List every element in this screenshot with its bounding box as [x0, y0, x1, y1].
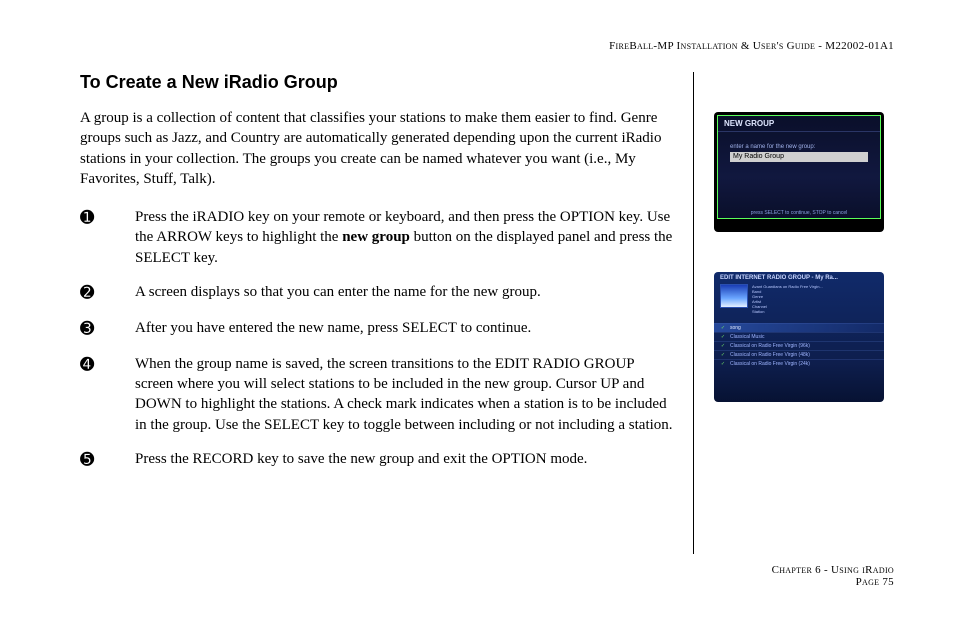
station-row[interactable]: ✓ song: [714, 323, 884, 332]
check-icon: ✓: [720, 325, 726, 331]
doc-header: FireBall-MP Installation & User's Guide …: [80, 40, 894, 52]
step-item: ➌After you have entered the new name, pr…: [80, 318, 673, 340]
footer-chapter: Chapter 6 - Using iRadio: [80, 564, 894, 576]
step-text: When the group name is saved, the screen…: [135, 354, 673, 435]
step-bullet: ➊: [80, 207, 135, 268]
dialog-title: NEW GROUP: [718, 116, 880, 132]
step-text: A screen displays so that you can enter …: [135, 282, 673, 304]
step-item: ➊Press the iRADIO key on your remote or …: [80, 207, 673, 268]
doc-footer: Chapter 6 - Using iRadio Page 75: [80, 564, 894, 588]
header-doc-number: M22002-01A1: [825, 40, 894, 52]
step-bullet: ➌: [80, 318, 135, 340]
station-row[interactable]: ✓ Classical on Radio Free Virgin (48k): [714, 350, 884, 359]
step-bullet: ➋: [80, 282, 135, 304]
intro-paragraph: A group is a collection of content that …: [80, 108, 673, 189]
step-text: After you have entered the new name, pre…: [135, 318, 673, 340]
steps-list: ➊Press the iRADIO key on your remote or …: [80, 207, 673, 471]
screenshot-edit-group: EDIT INTERNET RADIO GROUP - My Ra... Ava…: [714, 272, 884, 402]
step-item: ➎Press the RECORD key to save the new gr…: [80, 449, 673, 471]
station-list: ✓ song ✓ Classical Music ✓ Classical on Radio…: [714, 323, 884, 368]
dialog-hint: press SELECT to continue, STOP to cancel: [718, 210, 880, 216]
dialog-label: enter a name for the new group:: [730, 144, 872, 150]
station-label: song: [730, 325, 741, 331]
now-playing-meta: Avant Guardians on Radio Free Virgin...B…: [752, 284, 878, 314]
station-label: Classical on Radio Free Virgin (48k): [730, 352, 810, 358]
page: FireBall-MP Installation & User's Guide …: [0, 0, 954, 618]
step-item: ➍When the group name is saved, the scree…: [80, 354, 673, 435]
footer-page: Page 75: [80, 576, 894, 588]
page-title: To Create a New iRadio Group: [80, 72, 673, 93]
step-bullet: ➍: [80, 354, 135, 435]
step-item: ➋A screen displays so that you can enter…: [80, 282, 673, 304]
group-name-input[interactable]: My Radio Group: [730, 152, 868, 162]
header-doc-title: Installation & User's Guide: [677, 40, 816, 52]
content-area: To Create a New iRadio Group A group is …: [80, 72, 894, 554]
meta-row: Station: [752, 309, 878, 314]
album-art: [720, 284, 748, 308]
side-column: NEW GROUP enter a name for the new group…: [694, 72, 894, 554]
check-icon: ✓: [720, 334, 726, 340]
header-product: FireBall-MP: [609, 40, 673, 52]
edit-group-title: EDIT INTERNET RADIO GROUP - My Ra...: [714, 272, 884, 284]
now-playing-panel: Avant Guardians on Radio Free Virgin...B…: [714, 284, 884, 317]
station-row[interactable]: ✓ Classical on Radio Free Virgin (24k): [714, 359, 884, 368]
dialog-frame: NEW GROUP enter a name for the new group…: [717, 115, 881, 219]
station-label: Classical Music: [730, 334, 764, 340]
station-label: Classical on Radio Free Virgin (24k): [730, 361, 810, 367]
step-text: Press the RECORD key to save the new gro…: [135, 449, 673, 471]
main-column: To Create a New iRadio Group A group is …: [80, 72, 694, 554]
step-bullet: ➎: [80, 449, 135, 471]
station-row[interactable]: ✓ Classical Music: [714, 332, 884, 341]
check-icon: ✓: [720, 352, 726, 358]
check-icon: ✓: [720, 361, 726, 367]
check-icon: ✓: [720, 343, 726, 349]
screenshot-new-group: NEW GROUP enter a name for the new group…: [714, 112, 884, 232]
station-row[interactable]: ✓ Classical on Radio Free Virgin (96k): [714, 341, 884, 350]
step-text: Press the iRADIO key on your remote or k…: [135, 207, 673, 268]
station-label: Classical on Radio Free Virgin (96k): [730, 343, 810, 349]
